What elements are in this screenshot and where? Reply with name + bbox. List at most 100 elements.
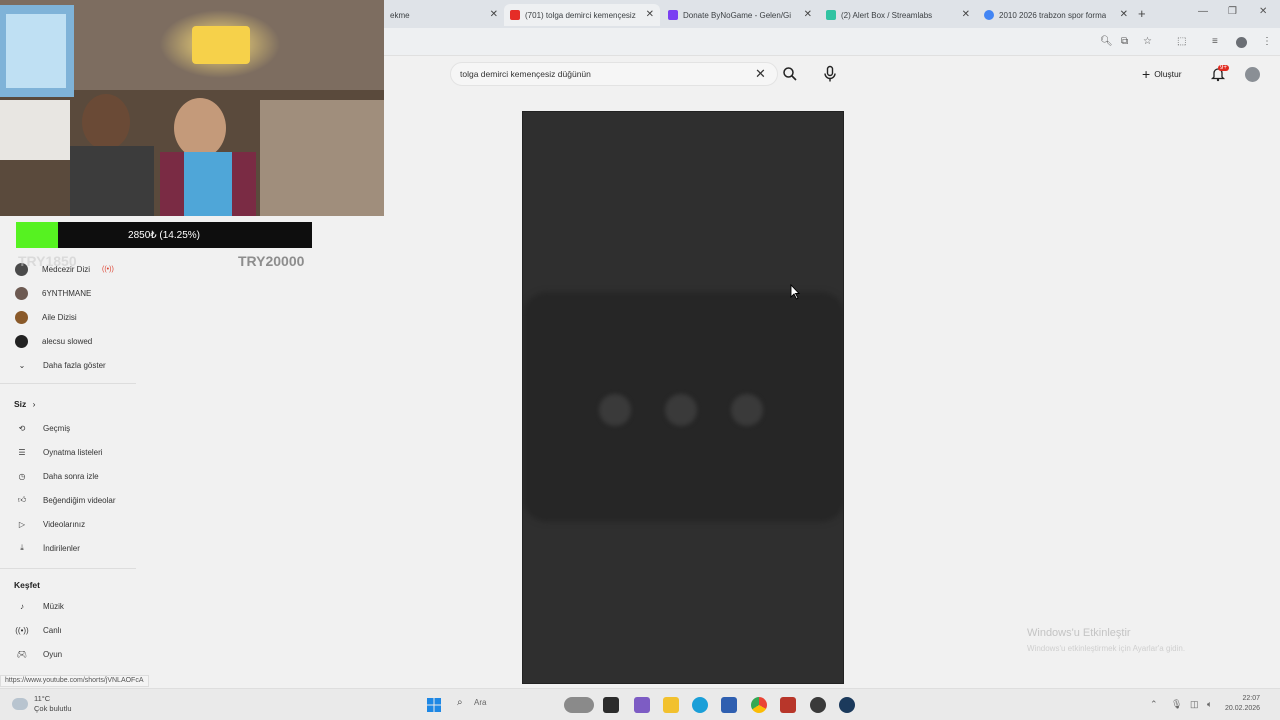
maximize-button[interactable]: ❐	[1228, 6, 1237, 17]
steam-icon[interactable]	[839, 697, 855, 713]
browser-tab-google[interactable]: 2010 2026 trabzon spor forma ✕	[978, 4, 1134, 26]
browser-menu-icon[interactable]: ⋮	[1262, 36, 1272, 47]
browser-tab-youtube[interactable]: (701) tolga demirci kemençesiz ✕	[504, 4, 660, 26]
sidebar-item-aile-dizisi[interactable]: Aile Dizisi	[0, 308, 136, 326]
sidebar-item-watch-later[interactable]: ◷ Daha sonra izle	[0, 467, 136, 485]
channel-avatar	[15, 334, 28, 348]
close-tab-icon[interactable]: ✕	[962, 9, 970, 20]
file-explorer-icon[interactable]	[663, 697, 679, 713]
donation-goal-bar: 2850₺ (14.25%)	[16, 222, 312, 248]
divider	[0, 568, 136, 569]
browser-tab-alertbox[interactable]: (2) Alert Box / Streamlabs ✕	[820, 4, 976, 26]
loading-dot	[665, 394, 697, 426]
sidebar-item-your-videos[interactable]: ▷ Videolarınız	[0, 515, 136, 533]
clear-search-icon[interactable]: ✕	[755, 66, 766, 82]
sidebar-item-playlists[interactable]: ☰ Oynatma listeleri	[0, 443, 136, 461]
taskbar-app-icon[interactable]	[780, 697, 796, 713]
taskbar-search-icon[interactable]: ⌕	[457, 697, 463, 708]
tray-chevron-icon[interactable]: ⌃	[1150, 699, 1158, 710]
sidebar-item-music[interactable]: ♪ Müzik	[0, 597, 136, 615]
clock-icon: ◷	[18, 471, 26, 481]
browser-profile-icon[interactable]	[1236, 37, 1247, 48]
obs-icon[interactable]	[810, 697, 826, 713]
microphone-icon[interactable]	[822, 65, 838, 83]
store-icon[interactable]	[721, 697, 737, 713]
sidebar-item-liked-videos[interactable]: 👍︎ Beğendiğim videolar	[0, 491, 136, 509]
sidebar-item-downloads[interactable]: ⤓ İndirilenler	[0, 539, 136, 557]
status-bar-url: https://www.youtube.com/shorts/jVNLAOFcA	[0, 675, 149, 687]
extensions-icon[interactable]: ⬚	[1177, 36, 1186, 47]
search-query-text: tolga demirci kemençesiz düğünün	[460, 69, 591, 79]
music-icon: ♪	[20, 601, 24, 611]
like-icon: 👍︎	[17, 495, 27, 504]
sidebar-item-gaming[interactable]: 🎮︎ Oyun	[0, 645, 136, 663]
close-window-button[interactable]: ✕	[1259, 6, 1267, 17]
system-clock[interactable]: 22:07 20.02.2026	[1225, 694, 1260, 714]
windows-taskbar: 11°C Çok bulutlu ⌕ Ara ⌃ 🎙︎ ◫ 🔈︎ 22:07 2…	[0, 688, 1280, 720]
close-tab-icon[interactable]: ✕	[490, 9, 498, 20]
donation-goal-end: TRY20000	[238, 253, 305, 269]
minimize-button[interactable]: —	[1198, 6, 1208, 17]
edge-browser-icon[interactable]	[692, 697, 708, 713]
plus-icon: +	[1142, 66, 1151, 82]
sidebar-item-6ynthmane[interactable]: 6YNTHMANE	[0, 284, 136, 302]
google-favicon-icon	[984, 10, 994, 20]
chevron-right-icon: ›	[32, 399, 36, 409]
sidebar-item-alecsu-slowed[interactable]: alecsu slowed	[0, 332, 136, 350]
weather-cloud-icon	[12, 698, 28, 710]
live-indicator-icon: ((•))	[102, 265, 114, 273]
divider	[0, 383, 136, 384]
download-icon: ⤓	[20, 543, 24, 552]
notification-count-badge: 9+	[1218, 65, 1229, 71]
weather-widget[interactable]: 11°C Çok bulutlu	[34, 694, 72, 714]
donation-goal-start: TRY1850	[18, 253, 77, 269]
install-app-icon[interactable]: ⧉	[1121, 36, 1128, 47]
windows-start-icon[interactable]	[426, 697, 442, 713]
playlist-icon: ☰	[18, 447, 26, 457]
history-icon: ⟲	[18, 423, 26, 433]
activate-windows-title: Windows'u Etkinleştir	[1027, 627, 1131, 639]
create-button[interactable]: + Oluştur	[1142, 64, 1182, 84]
microphone-tray-icon[interactable]: 🎙︎	[1171, 699, 1182, 710]
network-icon[interactable]: ◫	[1190, 699, 1199, 710]
search-icon[interactable]	[782, 66, 798, 82]
zoom-icon[interactable]: 🔍︎	[1100, 36, 1113, 47]
browser-tab-1[interactable]: ekme ✕	[384, 4, 504, 26]
webcam-overlay	[0, 0, 384, 216]
live-icon: ((•))	[15, 625, 29, 635]
reading-list-icon[interactable]: ≡	[1212, 36, 1218, 47]
sidebar-item-live[interactable]: ((•)) Canlı	[0, 621, 136, 639]
chevron-down-icon: ⌄	[18, 360, 26, 370]
close-tab-icon[interactable]: ✕	[1120, 9, 1128, 20]
channel-avatar	[15, 286, 28, 300]
close-tab-icon[interactable]: ✕	[804, 9, 812, 20]
bookmark-star-icon[interactable]: ☆	[1143, 36, 1152, 47]
close-tab-icon[interactable]: ✕	[646, 9, 654, 20]
mouse-cursor-icon	[790, 284, 800, 300]
sidebar: Medcezir Dizi ((•)) 6YNTHMANE Aile Dizis…	[0, 260, 140, 690]
donation-progress-text: 2850₺ (14.25%)	[128, 230, 200, 241]
show-more-button[interactable]: ⌄ Daha fazla göster	[0, 356, 136, 374]
taskbar-search-label[interactable]: Ara	[474, 698, 486, 707]
streamlabs-favicon-icon	[826, 10, 836, 20]
volume-icon[interactable]: 🔈︎	[1207, 699, 1212, 710]
taskbar-app-icon[interactable]	[634, 697, 650, 713]
activate-windows-subtitle: Windows'u etkinleştirmek için Ayarlar'a …	[1027, 644, 1186, 653]
webcam-feed-image	[0, 0, 384, 216]
shorts-video-player[interactable]	[522, 111, 844, 684]
bynogame-favicon-icon	[668, 10, 678, 20]
chrome-icon[interactable]	[751, 697, 767, 713]
taskbar-terminal-icon[interactable]	[603, 697, 619, 713]
you-section-title[interactable]: Siz ›	[14, 399, 36, 409]
search-input[interactable]: tolga demirci kemençesiz düğünün ✕	[450, 62, 778, 86]
loading-dot	[731, 394, 763, 426]
gaming-icon: 🎮︎	[16, 649, 28, 659]
taskbar-widget-icon[interactable]	[564, 697, 594, 713]
explore-section-title: Keşfet	[14, 580, 40, 590]
loading-dot	[599, 394, 631, 426]
sidebar-item-history[interactable]: ⟲ Geçmiş	[0, 419, 136, 437]
browser-tab-donate[interactable]: Donate ByNoGame - Gelen/Gi ✕	[662, 4, 818, 26]
new-tab-button[interactable]: +	[1138, 6, 1146, 21]
avatar[interactable]	[1245, 67, 1260, 82]
channel-avatar	[15, 310, 28, 324]
